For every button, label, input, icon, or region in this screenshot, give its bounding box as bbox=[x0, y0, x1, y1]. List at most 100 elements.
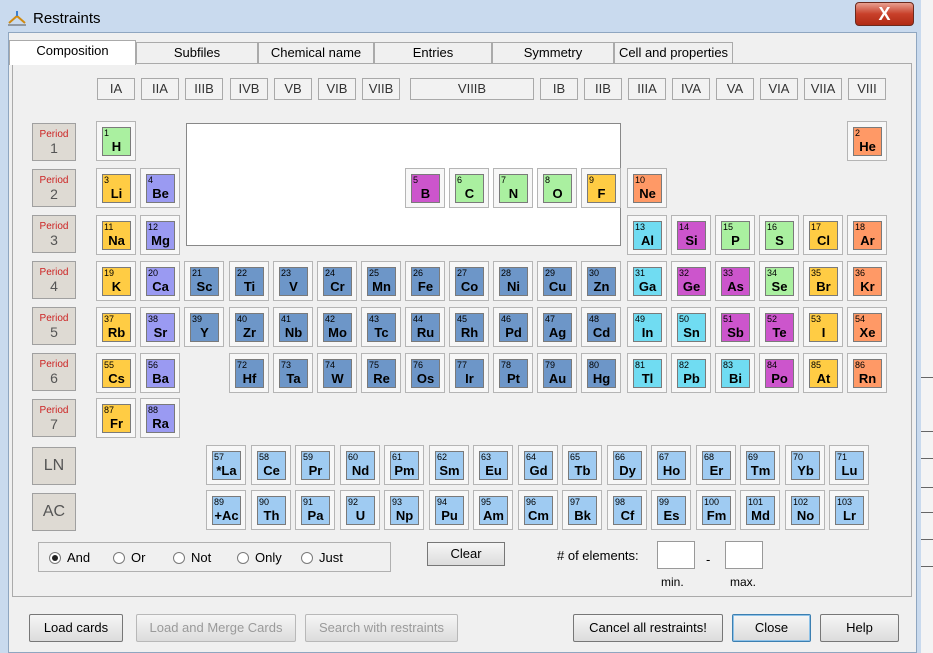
element-ac[interactable]: 89 +Ac bbox=[206, 490, 246, 530]
group-header-viiib[interactable]: VIIIB bbox=[410, 78, 534, 100]
element-tl[interactable]: 81 Tl bbox=[627, 353, 667, 393]
element-o[interactable]: 8O bbox=[537, 168, 577, 208]
element-ho[interactable]: 67 Ho bbox=[651, 445, 691, 485]
clear-button[interactable]: Clear bbox=[427, 542, 505, 566]
group-header-iiib[interactable]: IIIB bbox=[185, 78, 223, 100]
element-au[interactable]: 79 Au bbox=[537, 353, 577, 393]
element-pr[interactable]: 59 Pr bbox=[295, 445, 335, 485]
element-cl[interactable]: 17 Cl bbox=[803, 215, 843, 255]
close-button[interactable]: Close bbox=[732, 614, 811, 642]
element-er[interactable]: 68 Er bbox=[696, 445, 736, 485]
element-na[interactable]: 11 Na bbox=[96, 215, 136, 255]
element-te[interactable]: 52 Te bbox=[759, 307, 799, 347]
element-cu[interactable]: 29 Cu bbox=[537, 261, 577, 301]
element-ir[interactable]: 77 Ir bbox=[449, 353, 489, 393]
group-header-iiia[interactable]: IIIA bbox=[628, 78, 666, 100]
element-lu[interactable]: 71 Lu bbox=[829, 445, 869, 485]
group-header-viii[interactable]: VIII bbox=[848, 78, 886, 100]
element-p[interactable]: 15 P bbox=[715, 215, 755, 255]
element-ne[interactable]: 10 Ne bbox=[627, 168, 667, 208]
tab-cell-and-properties[interactable]: Cell and properties bbox=[614, 42, 733, 63]
element-eu[interactable]: 63 Eu bbox=[473, 445, 513, 485]
element-sn[interactable]: 50 Sn bbox=[671, 307, 711, 347]
element-ru[interactable]: 44 Ru bbox=[405, 307, 445, 347]
element-w[interactable]: 74 W bbox=[317, 353, 357, 393]
element-mn[interactable]: 25 Mn bbox=[361, 261, 401, 301]
element-be[interactable]: 4 Be bbox=[140, 168, 180, 208]
element-fm[interactable]: 100 Fm bbox=[696, 490, 736, 530]
element-ga[interactable]: 31 Ga bbox=[627, 261, 667, 301]
element-np[interactable]: 93 Np bbox=[384, 490, 424, 530]
element-hg[interactable]: 80 Hg bbox=[581, 353, 621, 393]
element-xe[interactable]: 54 Xe bbox=[847, 307, 887, 347]
period-button-6[interactable]: Period 6 bbox=[32, 353, 76, 391]
element-pt[interactable]: 78 Pt bbox=[493, 353, 533, 393]
period-button-4[interactable]: Period 4 bbox=[32, 261, 76, 299]
element-md[interactable]: 101 Md bbox=[740, 490, 780, 530]
group-header-via[interactable]: VIA bbox=[760, 78, 798, 100]
element-re[interactable]: 75 Re bbox=[361, 353, 401, 393]
element-ni[interactable]: 28 Ni bbox=[493, 261, 533, 301]
element-kr[interactable]: 36 Kr bbox=[847, 261, 887, 301]
element-br[interactable]: 35 Br bbox=[803, 261, 843, 301]
group-header-vb[interactable]: VB bbox=[274, 78, 312, 100]
actinide-series-button[interactable]: AC bbox=[32, 493, 76, 531]
element-li[interactable]: 3 Li bbox=[96, 168, 136, 208]
element-tc[interactable]: 43 Tc bbox=[361, 307, 401, 347]
period-button-1[interactable]: Period 1 bbox=[32, 123, 76, 161]
element-k[interactable]: 19 K bbox=[96, 261, 136, 301]
element-fr[interactable]: 87 Fr bbox=[96, 398, 136, 438]
max-elements-input[interactable] bbox=[725, 541, 763, 569]
element-am[interactable]: 95 Am bbox=[473, 490, 513, 530]
period-button-7[interactable]: Period 7 bbox=[32, 399, 76, 437]
tab-subfiles[interactable]: Subfiles bbox=[136, 42, 258, 63]
element-n[interactable]: 7N bbox=[493, 168, 533, 208]
element-sb[interactable]: 51 Sb bbox=[715, 307, 755, 347]
period-button-3[interactable]: Period 3 bbox=[32, 215, 76, 253]
period-button-2[interactable]: Period 2 bbox=[32, 169, 76, 207]
element-in[interactable]: 49 In bbox=[627, 307, 667, 347]
element-rb[interactable]: 37 Rb bbox=[96, 307, 136, 347]
element-bi[interactable]: 83 Bi bbox=[715, 353, 755, 393]
element-ti[interactable]: 22 Ti bbox=[229, 261, 269, 301]
tab-chemical-name[interactable]: Chemical name bbox=[258, 42, 374, 63]
element-b[interactable]: 5B bbox=[405, 168, 445, 208]
window-close-button[interactable]: X bbox=[855, 2, 914, 26]
element-rn[interactable]: 86 Rn bbox=[847, 353, 887, 393]
element-si[interactable]: 14 Si bbox=[671, 215, 711, 255]
min-elements-input[interactable] bbox=[657, 541, 695, 569]
element-dy[interactable]: 66 Dy bbox=[607, 445, 647, 485]
search-with-restraints-button[interactable]: Search with restraints bbox=[305, 614, 458, 642]
element-sc[interactable]: 21 Sc bbox=[184, 261, 224, 301]
element-cd[interactable]: 48 Cd bbox=[581, 307, 621, 347]
element-bk[interactable]: 97 Bk bbox=[562, 490, 602, 530]
element-s[interactable]: 16 S bbox=[759, 215, 799, 255]
element-pa[interactable]: 91 Pa bbox=[295, 490, 335, 530]
element-at[interactable]: 85 At bbox=[803, 353, 843, 393]
element-se[interactable]: 34 Se bbox=[759, 261, 799, 301]
element-v[interactable]: 23 V bbox=[273, 261, 313, 301]
element-ag[interactable]: 47 Ag bbox=[537, 307, 577, 347]
element-rh[interactable]: 45 Rh bbox=[449, 307, 489, 347]
group-header-viia[interactable]: VIIA bbox=[804, 78, 842, 100]
element-es[interactable]: 99 Es bbox=[651, 490, 691, 530]
element-cf[interactable]: 98 Cf bbox=[607, 490, 647, 530]
group-header-va[interactable]: VA bbox=[716, 78, 754, 100]
element-pm[interactable]: 61 Pm bbox=[384, 445, 424, 485]
element-pu[interactable]: 94 Pu bbox=[429, 490, 469, 530]
element-ta[interactable]: 73 Ta bbox=[273, 353, 313, 393]
element-po[interactable]: 84 Po bbox=[759, 353, 799, 393]
title-bar[interactable]: Restraints X bbox=[0, 0, 921, 36]
element-co[interactable]: 27 Co bbox=[449, 261, 489, 301]
element-pb[interactable]: 82 Pb bbox=[671, 353, 711, 393]
element-c[interactable]: 6C bbox=[449, 168, 489, 208]
group-header-ia[interactable]: IA bbox=[97, 78, 135, 100]
tab-composition[interactable]: Composition bbox=[9, 40, 136, 65]
lanthanide-series-button[interactable]: LN bbox=[32, 447, 76, 485]
element-gd[interactable]: 64 Gd bbox=[518, 445, 558, 485]
element-mo[interactable]: 42 Mo bbox=[317, 307, 357, 347]
period-button-5[interactable]: Period 5 bbox=[32, 307, 76, 345]
element-ge[interactable]: 32 Ge bbox=[671, 261, 711, 301]
load-and-merge-cards-button[interactable]: Load and Merge Cards bbox=[136, 614, 296, 642]
element-fe[interactable]: 26 Fe bbox=[405, 261, 445, 301]
